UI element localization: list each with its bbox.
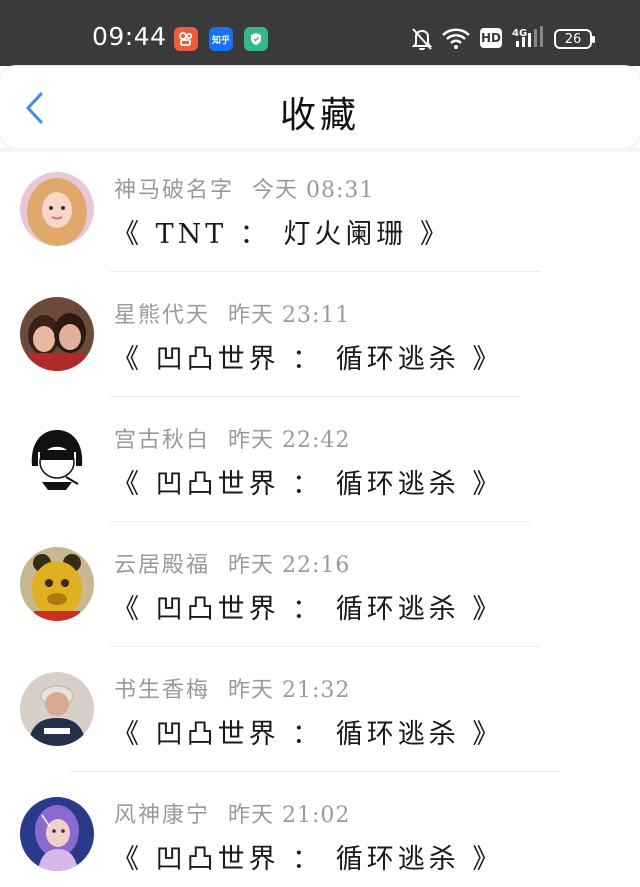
list-item[interactable]: 星熊代天 昨天 23:11 《 凹凸世界 ： 循环逃杀 》 [0,277,640,402]
work-title[interactable]: 《 凹凸世界 ： 循环逃杀 》 [112,462,503,501]
item-meta: 星熊代天 昨天 23:11 [114,297,350,329]
timestamp: 昨天 21:32 [228,678,351,703]
wifi-icon [441,26,471,54]
avatar[interactable] [20,172,94,246]
item-meta: 神马破名字 今天 08:31 [114,172,374,204]
divider [110,271,540,272]
list-item[interactable]: 云居殿福 昨天 22:16 《 凹凸世界 ： 循环逃杀 》 [0,527,640,652]
avatar[interactable] [20,297,94,371]
signal-icon: 4G [512,26,546,54]
zhihu-icon: 知乎 [209,27,233,51]
avatar[interactable] [20,797,94,871]
divider [110,396,520,397]
timestamp: 昨天 23:11 [228,303,351,328]
timestamp: 昨天 22:42 [228,428,351,453]
avatar[interactable] [20,672,94,746]
list-item[interactable]: 神马破名字 今天 08:31 《 TNT ： 灯火阑珊 》 [0,152,640,277]
hd-icon: HD [480,28,502,48]
timestamp: 今天 08:31 [252,178,375,203]
work-title[interactable]: 《 凹凸世界 ： 循环逃杀 》 [112,837,503,876]
user-name[interactable]: 书生香梅 [114,678,210,703]
status-bar: 09:44 知乎 HD 4G 26 [0,0,640,66]
page-title: 收藏 [279,95,360,136]
status-time: 09:44 [92,22,167,51]
item-meta: 云居殿福 昨天 22:16 [114,547,350,579]
shield-icon [244,27,268,51]
work-title[interactable]: 《 凹凸世界 ： 循环逃杀 》 [112,587,503,626]
user-name[interactable]: 星熊代天 [114,303,210,328]
user-name[interactable]: 宫古秋白 [114,428,210,453]
bell-off-icon [410,26,434,56]
timestamp: 昨天 22:16 [228,553,351,578]
work-title[interactable]: 《 凹凸世界 ： 循环逃杀 》 [112,712,503,751]
work-title[interactable]: 《 凹凸世界 ： 循环逃杀 》 [112,337,503,376]
user-name[interactable]: 云居殿福 [114,553,210,578]
divider [110,521,530,522]
user-name[interactable]: 神马破名字 [114,178,234,203]
list-item[interactable]: 书生香梅 昨天 21:32 《 凹凸世界 ： 循环逃杀 》 [0,652,640,777]
avatar[interactable] [20,422,94,496]
user-name[interactable]: 风神康宁 [114,803,210,828]
item-meta: 书生香梅 昨天 21:32 [114,672,350,704]
avatar[interactable] [20,547,94,621]
list-item[interactable]: 宫古秋白 昨天 22:42 《 凹凸世界 ： 循环逃杀 》 [0,402,640,527]
header-bar: 收藏 [0,66,640,148]
list-item[interactable]: 风神康宁 昨天 21:02 《 凹凸世界 ： 循环逃杀 》 [0,777,640,887]
divider [70,771,560,772]
battery-icon: 26 [554,29,595,49]
work-title[interactable]: 《 TNT ： 灯火阑珊 》 [112,212,451,251]
item-meta: 风神康宁 昨天 21:02 [114,797,350,829]
divider [110,646,540,647]
kuaishou-icon [174,27,198,51]
timestamp: 昨天 21:02 [228,803,351,828]
item-meta: 宫古秋白 昨天 22:42 [114,422,350,454]
